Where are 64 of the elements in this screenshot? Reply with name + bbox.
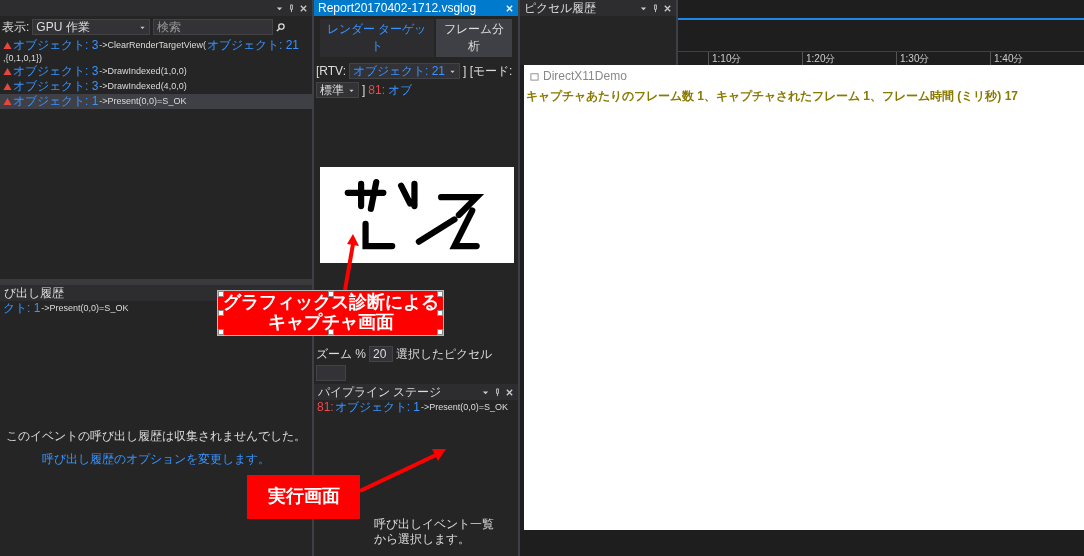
object-link[interactable]: オブジェクト: 1	[334, 400, 421, 415]
resize-handle[interactable]	[327, 291, 334, 297]
window-title: DirectX11Demo	[543, 69, 627, 84]
object-link[interactable]: オブジェクト: 3	[13, 64, 99, 79]
resize-handle[interactable]	[218, 329, 224, 335]
event-call: ->DrawIndexed(1,0,0)	[99, 66, 187, 78]
event-call: ->Present(0,0)=S_OK	[99, 96, 187, 108]
object-link[interactable]: オブ	[388, 82, 413, 98]
options-link[interactable]: 呼び出し履歴のオプションを変更します。	[42, 451, 270, 466]
warning-icon	[3, 40, 12, 50]
view-tab[interactable]: レンダー ターゲット	[320, 19, 434, 57]
object-link[interactable]: クト: 1	[3, 301, 41, 316]
hint-text: から選択します。	[374, 531, 471, 546]
empty-message: このイベントの呼び出し履歴は収集されませんでした。	[6, 429, 306, 444]
close-icon[interactable]	[505, 3, 514, 13]
pin-icon	[651, 3, 660, 13]
mode-dropdown[interactable]: 標準	[316, 82, 359, 98]
zoom-label: ズーム %	[316, 346, 366, 362]
event-call: ->ClearRenderTargetView(	[99, 39, 206, 51]
panel-title: ピクセル履歴	[524, 0, 596, 16]
filter-dropdown[interactable]: GPU 作業	[32, 19, 151, 35]
panel-title: び出し履歴	[4, 286, 64, 301]
close-icon	[299, 3, 308, 13]
window-icon	[530, 71, 539, 81]
resize-handle[interactable]	[437, 310, 443, 316]
search-field[interactable]: 検索	[153, 19, 274, 35]
call-stack-entry: ->Present(0,0)=S_OK	[41, 303, 129, 315]
pipeline-entry: ->Present(0,0)=S_OK	[421, 402, 509, 413]
object-link[interactable]: オブジェクト: 3	[13, 38, 99, 53]
resize-handle[interactable]	[218, 310, 224, 316]
object-link[interactable]: オブジェクト: 1	[13, 94, 99, 109]
resize-handle[interactable]	[437, 291, 443, 297]
resize-handle[interactable]	[327, 329, 334, 335]
object-link[interactable]: オブジェクト: 21	[207, 38, 299, 53]
rtv-label: [RTV:	[316, 63, 346, 79]
event-arguments: ,{0,1,0,1})	[3, 53, 43, 65]
panel-title: パイプライン ステージ	[318, 384, 442, 400]
selected-pixel-field[interactable]	[316, 365, 346, 381]
rtv-dropdown[interactable]: オブジェクト: 21	[349, 63, 461, 79]
filter-label: 表示:	[2, 19, 30, 35]
view-tab[interactable]: フレーム分析	[435, 19, 512, 57]
resize-handle[interactable]	[437, 329, 443, 335]
event-row[interactable]: オブジェクト: 3->ClearRenderTargetView(オブジェクト: 21 ,{0,1,0,1})	[0, 38, 312, 65]
selected-pixel-label: 選択したピクセル	[396, 346, 492, 362]
annotation-callout: グラフィックス診断による キャプチャ画面	[217, 290, 444, 336]
event-row[interactable]: オブジェクト: 1->Present(0,0)=S_OK	[0, 94, 312, 110]
frame-status-text: キャプチャあたりのフレーム数 1、キャプチャされたフレーム 1、フレーム時間 (ミリ秒) 17	[526, 89, 1020, 104]
zoom-field[interactable]: 20	[369, 346, 393, 362]
event-call: ->DrawIndexed(4,0,0)	[99, 81, 187, 93]
close-icon	[505, 387, 514, 397]
pin-icon	[287, 3, 296, 13]
hint-text: 呼び出しイベント一覧	[374, 517, 495, 532]
close-icon	[663, 3, 672, 13]
mode-label: ] [モード:	[463, 63, 513, 79]
event-row[interactable]: オブジェクト: 3->DrawIndexed(1,0,0)	[0, 64, 312, 80]
event-number: 81:	[368, 82, 386, 98]
event-row[interactable]: オブジェクト: 3->DrawIndexed(4,0,0)	[0, 79, 312, 95]
bracket-label: ]	[362, 82, 366, 98]
annotation-callout: 実行画面	[247, 475, 360, 519]
pin-icon	[493, 387, 502, 397]
object-link[interactable]: オブジェクト: 3	[13, 79, 99, 94]
event-number: 81:	[317, 400, 334, 415]
resize-handle[interactable]	[218, 291, 224, 297]
search-icon[interactable]	[276, 22, 286, 32]
